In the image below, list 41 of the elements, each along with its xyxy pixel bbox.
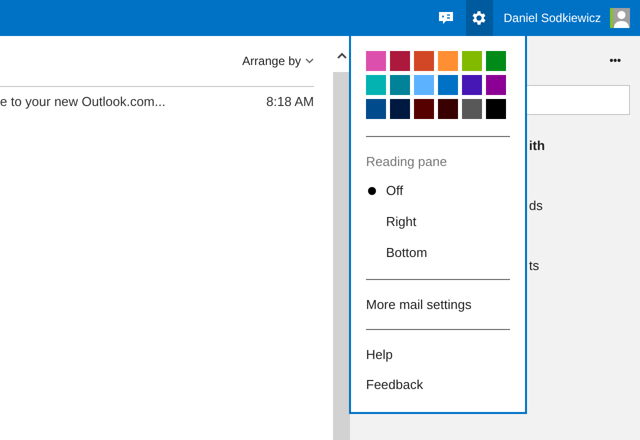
chevron-down-icon: [305, 58, 314, 64]
settings-button[interactable]: [466, 0, 493, 36]
theme-swatch[interactable]: [390, 99, 410, 119]
theme-swatch[interactable]: [438, 75, 458, 95]
theme-swatch[interactable]: [462, 99, 482, 119]
theme-swatch[interactable]: [462, 51, 482, 71]
chat-icon: [438, 10, 454, 26]
theme-swatch[interactable]: [414, 51, 434, 71]
theme-swatch[interactable]: [414, 75, 434, 95]
theme-swatch[interactable]: [462, 75, 482, 95]
user-name[interactable]: Daniel Sodkiewicz: [504, 9, 601, 27]
message-subject: e to your new Outlook.com...: [0, 93, 166, 112]
scroll-up-icon[interactable]: [336, 52, 346, 59]
message-time: 8:18 AM: [266, 93, 314, 112]
reading-pane-option[interactable]: Right: [366, 212, 510, 232]
theme-swatch[interactable]: [438, 51, 458, 71]
theme-swatch[interactable]: [366, 51, 386, 71]
theme-swatch[interactable]: [366, 75, 386, 95]
more-button[interactable]: •••: [609, 53, 621, 70]
theme-swatch[interactable]: [486, 75, 506, 95]
theme-swatch[interactable]: [414, 99, 434, 119]
theme-swatch[interactable]: [366, 99, 386, 119]
reading-pane-label: Reading pane: [366, 153, 448, 171]
settings-icon: [470, 9, 488, 27]
message-row[interactable]: e to your new Outlook.com... 8:18 AM: [0, 87, 314, 117]
pane-text: ds: [529, 198, 543, 214]
pane-text: ts: [529, 258, 540, 274]
theme-swatch[interactable]: [486, 51, 506, 71]
reading-pane-option[interactable]: Off: [366, 182, 510, 200]
scrollbar[interactable]: [333, 36, 350, 440]
theme-swatch[interactable]: [438, 99, 458, 119]
theme-swatch[interactable]: [486, 99, 506, 119]
menu-link[interactable]: Feedback: [366, 375, 510, 393]
reading-pane-option[interactable]: Bottom: [366, 244, 510, 262]
theme-swatch[interactable]: [390, 51, 410, 71]
avatar-icon[interactable]: [610, 8, 630, 28]
menu-link[interactable]: Help: [366, 345, 510, 363]
pane-text: ith: [529, 138, 545, 154]
theme-swatch[interactable]: [390, 75, 410, 95]
arrange-by-button[interactable]: Arrange by: [242, 52, 314, 70]
more-mail-settings-link[interactable]: More mail settings: [366, 294, 472, 314]
